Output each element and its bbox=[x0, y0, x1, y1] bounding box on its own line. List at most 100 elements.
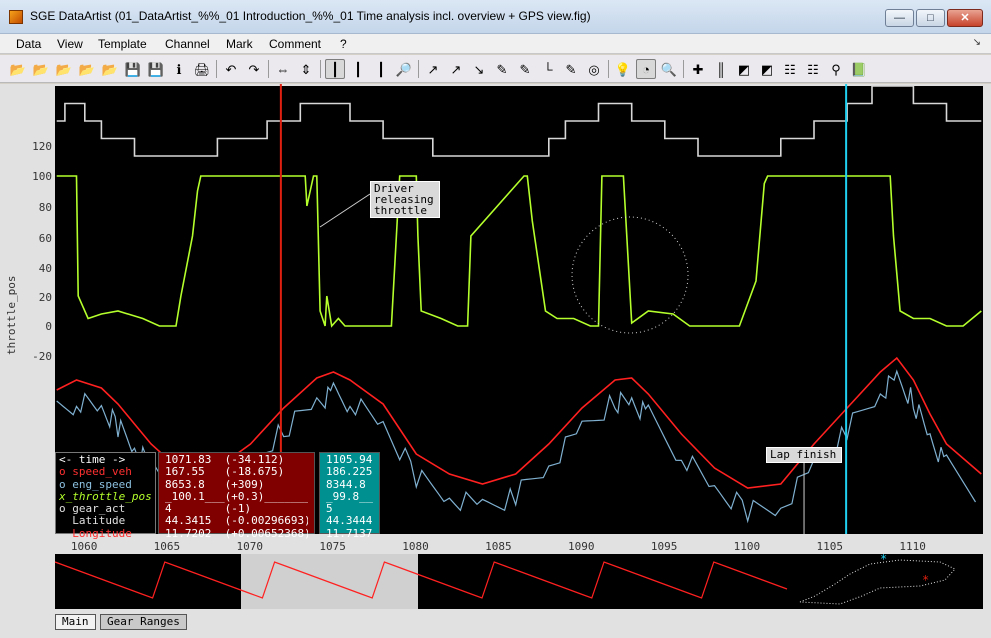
menu-comment[interactable]: Comment bbox=[269, 37, 321, 51]
lap-finish-text: Lap finish bbox=[770, 448, 837, 461]
y-tick-label: 40 bbox=[38, 262, 52, 275]
save-icon[interactable]: 💾 bbox=[123, 59, 143, 79]
cursor-value-row: 11.7137 bbox=[326, 527, 373, 540]
driver-annotation-text: Driver releasing throttle bbox=[374, 182, 434, 217]
channel-filter-icon[interactable]: ✎ bbox=[561, 59, 581, 79]
time-mode-icon[interactable]: ◔ bbox=[636, 59, 656, 79]
mark-lock-icon[interactable]: ⚲ bbox=[826, 59, 846, 79]
toolbar-separator bbox=[608, 60, 609, 78]
y-tick-label: 80 bbox=[38, 201, 52, 214]
maximize-button[interactable]: □ bbox=[916, 9, 945, 27]
cursor-value-row: 8653.8 (+309) bbox=[165, 478, 265, 491]
cursor-value-row: 44.3444 bbox=[326, 515, 373, 528]
title-bar: SGE DataArtist (01_DataArtist_%%_01 Intr… bbox=[0, 0, 991, 34]
cursor-value-row: 1105.94 bbox=[326, 454, 373, 466]
menu-channel[interactable]: Channel bbox=[165, 37, 210, 51]
tab-gear-ranges[interactable]: Gear Ranges bbox=[100, 614, 187, 630]
x-tick-label: 1090 bbox=[567, 540, 595, 553]
toolbar-separator bbox=[320, 60, 321, 78]
hint-icon[interactable]: 💡 bbox=[613, 59, 633, 79]
cursor-value-row: 1071.83 (-34.112) bbox=[165, 454, 285, 466]
cursor-legend-row[interactable]: <- time -> bbox=[59, 454, 152, 466]
cursor-legend[interactable]: <- time -> o speed_veh o eng_speed x_thrott… bbox=[55, 452, 156, 540]
fit-y-icon[interactable]: ⇕ bbox=[296, 59, 316, 79]
help-book-icon[interactable]: 📗 bbox=[849, 59, 869, 79]
cursor-legend-row[interactable]: o gear_act bbox=[59, 503, 152, 515]
channel-calc-icon[interactable]: └ bbox=[538, 59, 558, 79]
cursor-legend-row[interactable]: o eng_speed bbox=[59, 479, 152, 491]
menu-template[interactable]: Template bbox=[98, 37, 147, 51]
add-file-icon[interactable]: 📂 bbox=[31, 59, 51, 79]
add-channel-icon[interactable]: ↗ bbox=[423, 59, 443, 79]
dock-arrow-icon[interactable]: ↘ bbox=[973, 37, 981, 48]
y-tick-label: -20 bbox=[32, 350, 52, 363]
channel-search-icon[interactable]: ◎ bbox=[584, 59, 604, 79]
menu-view[interactable]: View bbox=[57, 37, 83, 51]
y-tick-label: 60 bbox=[38, 232, 52, 245]
lap-finish-annotation[interactable]: Lap finish bbox=[766, 447, 842, 463]
add-mark-icon[interactable]: ✚ bbox=[688, 59, 708, 79]
menu-data[interactable]: Data bbox=[16, 37, 41, 51]
mark-list-icon[interactable]: ☷ bbox=[780, 59, 800, 79]
gps-cyan-marker: * bbox=[880, 552, 887, 566]
remove-cursor-icon[interactable]: ┃ bbox=[371, 59, 391, 79]
info-icon[interactable]: ℹ bbox=[169, 59, 189, 79]
toolbar-separator bbox=[268, 60, 269, 78]
y-tick-label: 120 bbox=[32, 140, 52, 153]
cyan-cursor-values[interactable]: 1105.94186.2258344.8_99.8___544.344411.7… bbox=[319, 452, 380, 540]
x-tick-label: 1060 bbox=[70, 540, 98, 553]
open-folder-icon[interactable]: 📂 bbox=[54, 59, 74, 79]
driver-annotation[interactable]: Driver releasing throttle bbox=[370, 181, 440, 218]
cursor-legend-row[interactable]: o speed_veh bbox=[59, 466, 152, 478]
menu-help[interactable]: ? bbox=[340, 37, 347, 51]
x-tick-label: 1075 bbox=[319, 540, 346, 553]
toolbar-separator bbox=[216, 60, 217, 78]
tab-main[interactable]: Main bbox=[55, 614, 96, 630]
cursor-value-row: 5 bbox=[326, 503, 333, 516]
mark-lines-icon[interactable]: ║ bbox=[711, 59, 731, 79]
find-icon[interactable]: 🔎 bbox=[394, 59, 414, 79]
menu-mark[interactable]: Mark bbox=[226, 37, 253, 51]
y-tick-label: 0 bbox=[45, 320, 52, 333]
fit-x-icon[interactable]: ⇔ bbox=[273, 59, 293, 79]
app-icon bbox=[9, 10, 23, 24]
cursor-legend-row[interactable]: Latitude bbox=[59, 515, 152, 527]
cursor-value-row: 4 (-1) bbox=[165, 503, 252, 516]
red-cursor-values[interactable]: 1071.83 (-34.112) 167.55 (-18.675) 8653.8 … bbox=[158, 452, 315, 540]
remove-channel-icon[interactable]: ↘ bbox=[469, 59, 489, 79]
cursor-value-row: 8344.8 bbox=[326, 478, 366, 491]
cursor-value-row: 11.7202 (+0.00652368) bbox=[165, 527, 308, 540]
mark-range-icon[interactable]: ◩ bbox=[734, 59, 754, 79]
undo-icon[interactable]: ↶ bbox=[221, 59, 241, 79]
cursor-legend-row[interactable]: x_throttle_pos bbox=[59, 491, 152, 503]
edit-channel-icon[interactable]: ✎ bbox=[492, 59, 512, 79]
add-cursor-icon[interactable]: ┃ bbox=[348, 59, 368, 79]
open-recent-icon[interactable]: 📂 bbox=[77, 59, 97, 79]
print-icon[interactable]: 🖨 bbox=[192, 59, 212, 79]
save-as-icon[interactable]: 💾 bbox=[146, 59, 166, 79]
toolbar: 📂 📂 📂 📂 📂 💾 💾 ℹ 🖨 ↶ ↷ ⇔ ⇕ ┃ ┃ ┃ 🔎 ↗ ↗ ↘ ✎ ✎ └ ✎ ◎ 💡 ◔ 🔍 ✚ ║ ◩ ◩ ☷ ☷ ⚲ 📗 bbox=[0, 55, 991, 83]
y-tick-label: 20 bbox=[38, 291, 52, 304]
y-tick-label: 100 bbox=[32, 170, 52, 183]
zoom-icon[interactable]: 🔍 bbox=[659, 59, 679, 79]
cursor-legend-row[interactable]: Longitude bbox=[59, 528, 152, 540]
redo-icon[interactable]: ↷ bbox=[244, 59, 264, 79]
add-channels-icon[interactable]: ↗ bbox=[446, 59, 466, 79]
menu-bar: Data View Template Channel Mark Comment … bbox=[0, 34, 991, 54]
new-file-icon[interactable]: 📂 bbox=[8, 59, 28, 79]
channel-properties-icon[interactable]: ✎ bbox=[515, 59, 535, 79]
sheet-tabs: Main Gear Ranges bbox=[0, 612, 991, 638]
mark-area-icon[interactable]: ◩ bbox=[757, 59, 777, 79]
import-icon[interactable]: 📂 bbox=[100, 59, 120, 79]
x-tick-label: 1105 bbox=[816, 540, 844, 553]
x-tick-label: 1070 bbox=[236, 540, 264, 553]
x-tick-label: 1095 bbox=[650, 540, 678, 553]
cursor-mode-icon[interactable]: ┃ bbox=[325, 59, 345, 79]
window-title: SGE DataArtist (01_DataArtist_%%_01 Intr… bbox=[30, 9, 591, 23]
y-axis-label: throttle_pos bbox=[5, 275, 18, 355]
cursor-value-row: 44.3415 (-0.00296693) bbox=[165, 515, 308, 528]
mark-disabled-icon[interactable]: ☷ bbox=[803, 59, 823, 79]
x-tick-label: 1065 bbox=[153, 540, 181, 553]
close-button[interactable]: ✕ bbox=[947, 9, 983, 27]
minimize-button[interactable]: — bbox=[885, 9, 914, 27]
